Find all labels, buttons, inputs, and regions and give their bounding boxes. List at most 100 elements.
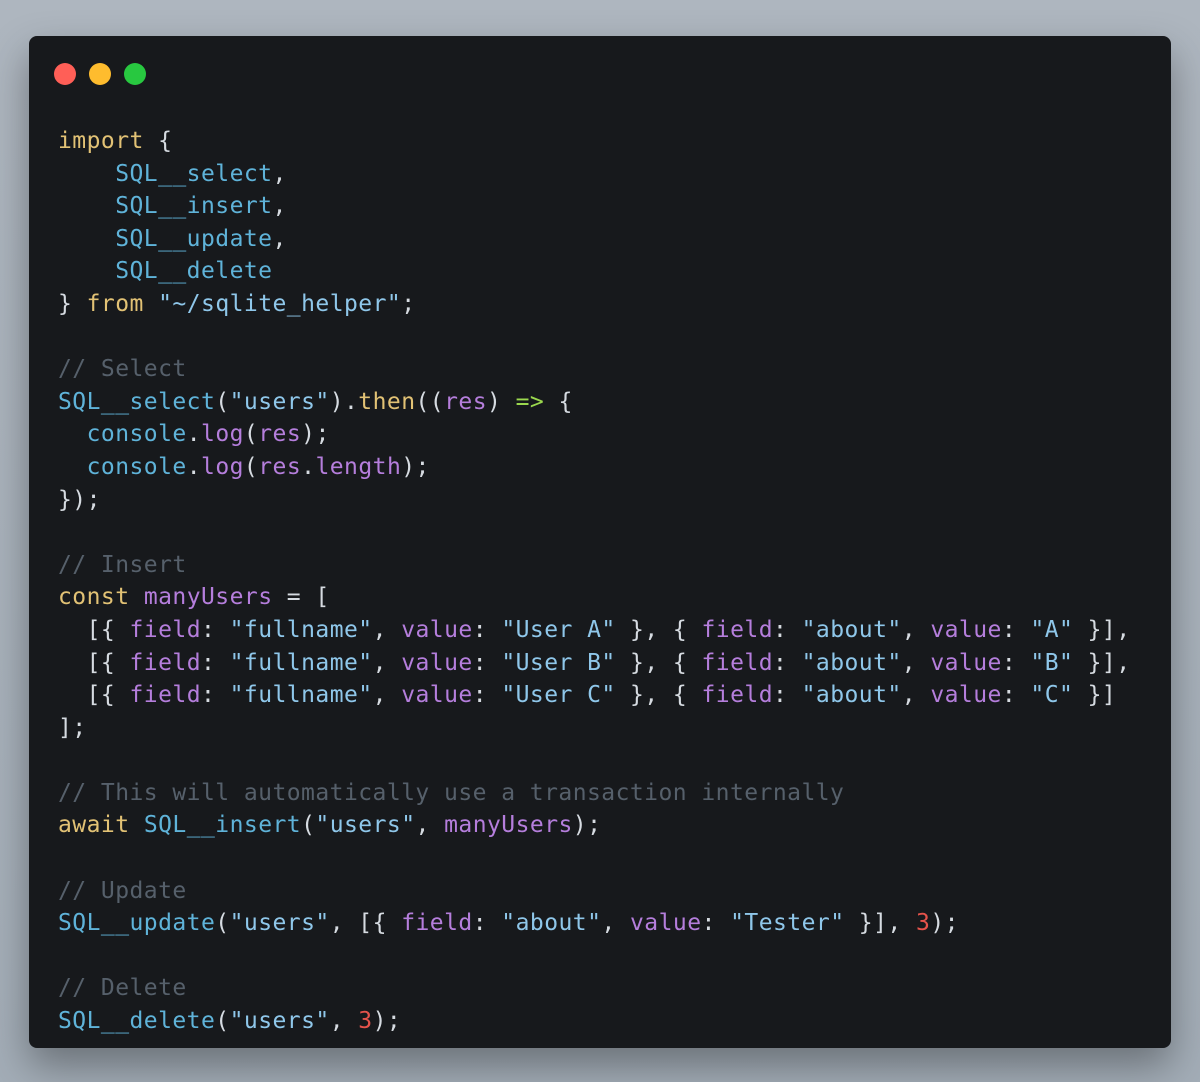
- code-token: :: [1001, 649, 1031, 676]
- code-token: :: [1001, 682, 1031, 709]
- code-token: (: [243, 421, 259, 448]
- code-line: import {: [58, 125, 1131, 158]
- code-token: [{: [58, 616, 130, 643]
- code-token: "about": [501, 910, 602, 937]
- close-window-icon[interactable]: [54, 63, 76, 85]
- code-line: SQL__update,: [58, 223, 1131, 256]
- code-editor-window: import { SQL__select, SQL__insert, SQL__…: [29, 36, 1171, 1048]
- code-line: });: [58, 484, 1131, 517]
- code-token: // Delete: [58, 975, 187, 1002]
- code-token: :: [472, 910, 502, 937]
- code-token: ((: [415, 388, 445, 415]
- code-token: length: [315, 453, 402, 480]
- code-token: "Tester": [730, 910, 845, 937]
- minimize-window-icon[interactable]: [89, 63, 111, 85]
- code-token: );: [372, 1008, 402, 1035]
- code-token: }, {: [615, 682, 702, 709]
- code-token: }],: [1073, 649, 1131, 676]
- code-token: "User C": [501, 682, 616, 709]
- maximize-window-icon[interactable]: [124, 63, 146, 85]
- code-token: SQL__select: [58, 388, 216, 415]
- code-line: [{ field: "fullname", value: "User C" },…: [58, 679, 1131, 712]
- code-token: ).: [329, 388, 359, 415]
- code-token: value: [401, 649, 473, 676]
- code-token: :: [701, 910, 731, 937]
- code-token: ,: [901, 616, 931, 643]
- code-token: );: [572, 812, 602, 839]
- code-token: :: [201, 649, 230, 676]
- code-token: field: [701, 649, 773, 676]
- code-line: SQL__insert,: [58, 190, 1131, 223]
- code-token: "about": [801, 649, 902, 676]
- code-token: }, {: [615, 616, 702, 643]
- code-token: });: [58, 486, 101, 513]
- code-token: ,: [901, 649, 931, 676]
- code-token: }],: [1073, 616, 1131, 643]
- code-token: "users": [315, 812, 416, 839]
- code-token: ,: [415, 812, 445, 839]
- code-token: field: [129, 649, 201, 676]
- code-token: field: [701, 616, 773, 643]
- code-line: } from "~/sqlite_helper";: [58, 288, 1131, 321]
- code-line: console.log(res.length);: [58, 451, 1131, 484]
- code-token: "fullname": [229, 616, 373, 643]
- code-token: SQL__delete: [58, 1008, 216, 1035]
- code-token: :: [201, 682, 230, 709]
- code-token: );: [401, 453, 430, 480]
- code-token: :: [472, 682, 502, 709]
- code-line: // Select: [58, 353, 1131, 386]
- code-line: SQL__update("users", [{ field: "about", …: [58, 907, 1131, 940]
- code-token: res: [444, 388, 488, 415]
- code-token: then: [358, 388, 416, 415]
- code-token: // Insert: [58, 551, 187, 578]
- code-token: [{: [58, 649, 130, 676]
- code-token: "about": [801, 682, 902, 709]
- code-token: value: [930, 616, 1002, 643]
- code-line: SQL__select,: [58, 158, 1131, 191]
- code-line: // Insert: [58, 549, 1131, 582]
- code-token: }, {: [615, 649, 702, 676]
- code-token: value: [930, 649, 1002, 676]
- code-token: manyUsers: [444, 812, 573, 839]
- code-token: log: [201, 453, 244, 480]
- code-token: ,: [329, 1008, 359, 1035]
- code-token: ,: [372, 616, 402, 643]
- code-token: ): [487, 388, 516, 415]
- code-token: :: [773, 682, 802, 709]
- code-line: // This will automatically use a transac…: [58, 777, 1131, 810]
- code-token: :: [472, 616, 502, 643]
- code-token: :: [773, 649, 802, 676]
- code-token: import: [58, 128, 144, 154]
- code-token: = [: [272, 584, 330, 611]
- code-token: value: [401, 616, 473, 643]
- code-token: "users": [229, 1008, 330, 1035]
- code-token: "fullname": [229, 649, 373, 676]
- code-line: SQL__select("users").then((res) => {: [58, 386, 1131, 419]
- code-token: console: [86, 453, 187, 480]
- code-token: );: [301, 421, 330, 448]
- code-token: "fullname": [229, 682, 373, 709]
- code-token: .: [301, 453, 316, 480]
- code-token: "users": [229, 910, 330, 937]
- code-token: (: [215, 388, 230, 415]
- code-token: ,: [272, 193, 287, 220]
- code-token: :: [773, 616, 802, 643]
- code-line: SQL__delete("users", 3);: [58, 1005, 1131, 1038]
- code-token: (: [301, 812, 316, 839]
- code-token: (: [243, 453, 259, 480]
- code-token: value: [930, 682, 1002, 709]
- code-line: const manyUsers = [: [58, 581, 1131, 614]
- code-token: res: [258, 421, 302, 448]
- code-token: .: [186, 453, 202, 480]
- code-token: SQL__update: [58, 225, 273, 252]
- code-token: // This will automatically use a transac…: [58, 779, 845, 806]
- code-token: // Select: [58, 356, 187, 383]
- code-line: console.log(res);: [58, 418, 1131, 451]
- code-token: 3: [916, 910, 931, 937]
- code-token: await: [58, 812, 130, 839]
